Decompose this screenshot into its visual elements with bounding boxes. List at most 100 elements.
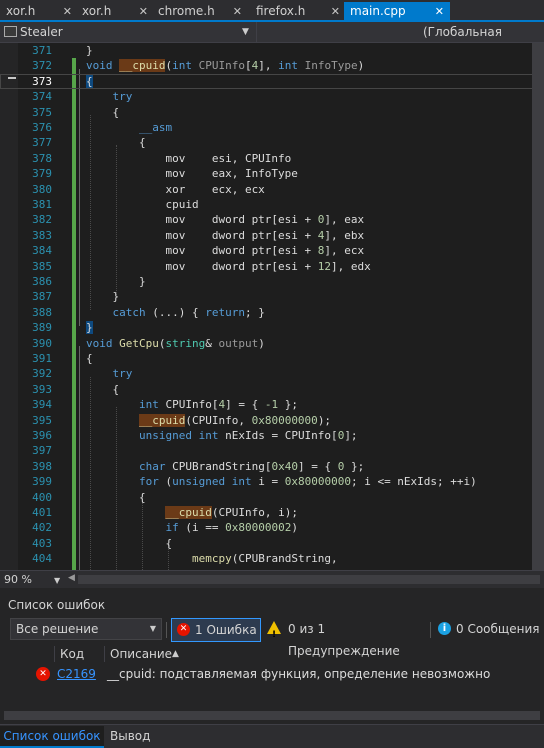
code-text[interactable]: try — [86, 89, 133, 104]
code-text[interactable]: for (unsigned int i = 0x80000000; i <= n… — [86, 474, 477, 489]
column-header-description[interactable]: Описание — [110, 644, 172, 664]
code-line[interactable]: 390 void GetCpu(string& output) — [0, 336, 544, 351]
code-text[interactable]: memcpy(CPUBrandString, — [86, 551, 338, 566]
tab-close-icon[interactable]: ✕ — [63, 2, 72, 21]
code-line[interactable]: 402 if (i == 0x80000002) — [0, 520, 544, 535]
code-line[interactable]: 393 { — [0, 382, 544, 397]
code-text[interactable]: mov dword ptr[esi + 4], ebx — [86, 228, 364, 243]
code-line[interactable]: 382 mov dword ptr[esi + 0], eax — [0, 212, 544, 227]
messages-filter-button[interactable]: i 0 Сообщения — [434, 618, 544, 640]
code-text[interactable]: } — [86, 43, 93, 58]
code-line[interactable]: 388 catch (...) { return; } — [0, 305, 544, 320]
code-text[interactable]: catch (...) { return; } — [86, 305, 265, 320]
code-line[interactable]: 399 for (unsigned int i = 0x80000000; i … — [0, 474, 544, 489]
toolbar-separator — [430, 622, 431, 638]
code-line[interactable]: 373 { — [0, 73, 544, 90]
code-line[interactable]: 395 __cpuid(CPUInfo, 0x80000000); — [0, 413, 544, 428]
code-text[interactable]: { — [86, 105, 119, 120]
code-line[interactable]: 377 { — [0, 135, 544, 150]
code-line[interactable]: 403 { — [0, 536, 544, 551]
warnings-filter-button[interactable]: ! 0 из 1 Предупреждение — [264, 618, 430, 658]
code-text[interactable]: cpuid — [86, 197, 198, 212]
code-line[interactable]: 385 mov dword ptr[esi + 12], edx — [0, 259, 544, 274]
tab-close-icon[interactable]: ✕ — [435, 2, 444, 21]
tab-firefox-h[interactable]: firefox.h ✕ — [250, 2, 346, 21]
code-line[interactable]: 398 char CPUBrandString[0x40] = { 0 }; — [0, 459, 544, 474]
code-text[interactable]: mov eax, InfoType — [86, 166, 297, 181]
code-line[interactable]: 372 void __cpuid(int CPUInfo[4], int Info… — [0, 58, 544, 73]
chevron-down-icon[interactable]: ▼ — [242, 22, 249, 42]
code-text[interactable]: { — [86, 382, 119, 397]
code-line[interactable]: 380 xor ecx, ecx — [0, 182, 544, 197]
code-text[interactable]: { — [86, 135, 146, 150]
tab-close-icon[interactable]: ✕ — [233, 2, 242, 21]
scroll-left-icon[interactable]: ◀ — [68, 573, 75, 583]
code-line[interactable]: 396 unsigned int nExIds = CPUInfo[0]; — [0, 428, 544, 443]
code-text[interactable]: void __cpuid(int CPUInfo[4], int InfoTyp… — [86, 58, 364, 73]
code-text[interactable]: void GetCpu(string& output) — [86, 336, 265, 351]
error-code-link[interactable]: C2169 — [57, 664, 96, 684]
code-line[interactable]: 381 cpuid — [0, 197, 544, 212]
code-text[interactable]: { — [86, 351, 93, 366]
tab-chrome-h[interactable]: chrome.h ✕ — [152, 2, 248, 21]
code-text[interactable]: } — [86, 274, 146, 289]
code-line[interactable]: 384 mov dword ptr[esi + 8], ecx — [0, 243, 544, 258]
code-line[interactable]: 397 — [0, 443, 544, 458]
tab-close-icon[interactable]: ✕ — [139, 2, 148, 21]
code-text[interactable]: unsigned int nExIds = CPUInfo[0]; — [86, 428, 358, 443]
tab-close-icon[interactable]: ✕ — [331, 2, 340, 21]
tab-output[interactable]: Вывод — [110, 726, 150, 746]
code-text[interactable]: __cpuid(CPUInfo, i); — [86, 505, 298, 520]
code-text[interactable]: mov dword ptr[esi + 12], edx — [86, 259, 370, 274]
code-line[interactable]: 400 { — [0, 490, 544, 505]
chevron-down-icon[interactable]: ▼ — [54, 576, 60, 585]
tab-error-list[interactable]: Список ошибок — [0, 726, 104, 748]
code-text[interactable]: mov dword ptr[esi + 0], eax — [86, 212, 364, 227]
code-text[interactable]: mov esi, CPUInfo — [86, 151, 291, 166]
code-text[interactable]: __cpuid(CPUInfo, 0x80000000); — [86, 413, 331, 428]
code-text[interactable]: mov dword ptr[esi + 8], ecx — [86, 243, 364, 258]
zoom-dropdown[interactable]: 90 % ▼ — [4, 571, 60, 589]
code-text[interactable]: if (i == 0x80000002) — [86, 520, 297, 535]
project-dropdown[interactable]: Stealer ▼ — [4, 22, 249, 42]
code-line[interactable]: 386 } — [0, 274, 544, 289]
code-line[interactable]: 375 { — [0, 105, 544, 120]
tab-xor-h-2[interactable]: xor.h ✕ — [76, 2, 154, 21]
code-text[interactable]: { — [86, 74, 93, 89]
code-line[interactable]: 392 try — [0, 366, 544, 381]
code-text[interactable]: char CPUBrandString[0x40] = { 0 }; — [86, 459, 364, 474]
code-line[interactable]: 379 mov eax, InfoType — [0, 166, 544, 181]
errors-filter-button[interactable]: ✕ 1 Ошибка — [171, 618, 261, 642]
code-line[interactable]: 389} — [0, 320, 544, 335]
code-line[interactable]: 387 } — [0, 289, 544, 304]
vertical-scrollbar[interactable] — [532, 43, 544, 570]
code-text[interactable]: { — [86, 490, 146, 505]
horizontal-scrollbar[interactable]: ◀ — [68, 573, 540, 584]
code-line[interactable]: 383 mov dword ptr[esi + 4], ebx — [0, 228, 544, 243]
column-header-code[interactable]: Код — [60, 644, 84, 664]
tab-xor-h-1[interactable]: xor.h ✕ — [0, 2, 78, 21]
code-text[interactable]: try — [86, 366, 133, 381]
code-text[interactable]: xor ecx, ecx — [86, 182, 264, 197]
table-row[interactable]: ✕ C2169 __cpuid: подставляемая функция, … — [0, 664, 544, 684]
code-line[interactable]: 376 __asm — [0, 120, 544, 135]
code-line[interactable]: 404 memcpy(CPUBrandString, — [0, 551, 544, 566]
code-line[interactable]: 394 int CPUInfo[4] = { -1 }; — [0, 397, 544, 412]
scope-dropdown[interactable]: (Глобальная область) — [256, 22, 544, 59]
tool-window-tabs: Список ошибок Вывод — [0, 724, 544, 748]
code-line[interactable]: 374 try — [0, 89, 544, 104]
code-text[interactable]: } — [86, 320, 93, 335]
code-line[interactable]: 401 __cpuid(CPUInfo, i); — [0, 505, 544, 520]
tab-main-cpp[interactable]: main.cpp ✕ — [344, 2, 450, 21]
horizontal-scrollbar[interactable] — [4, 711, 540, 720]
code-line[interactable]: 378 mov esi, CPUInfo — [0, 151, 544, 166]
code-text[interactable]: { — [86, 536, 172, 551]
line-number: 386 — [32, 275, 52, 288]
error-scope-dropdown[interactable]: Все решение ▼ — [10, 618, 162, 640]
code-text[interactable]: } — [86, 289, 119, 304]
code-text[interactable]: __asm — [86, 120, 172, 135]
code-line[interactable]: 391 { — [0, 351, 544, 366]
code-text[interactable]: int CPUInfo[4] = { -1 }; — [86, 397, 298, 412]
code-line[interactable]: 371} — [0, 43, 544, 58]
code-editor[interactable]: 371} 372 void __cpuid(int CPUInfo[4], int … — [0, 43, 544, 570]
